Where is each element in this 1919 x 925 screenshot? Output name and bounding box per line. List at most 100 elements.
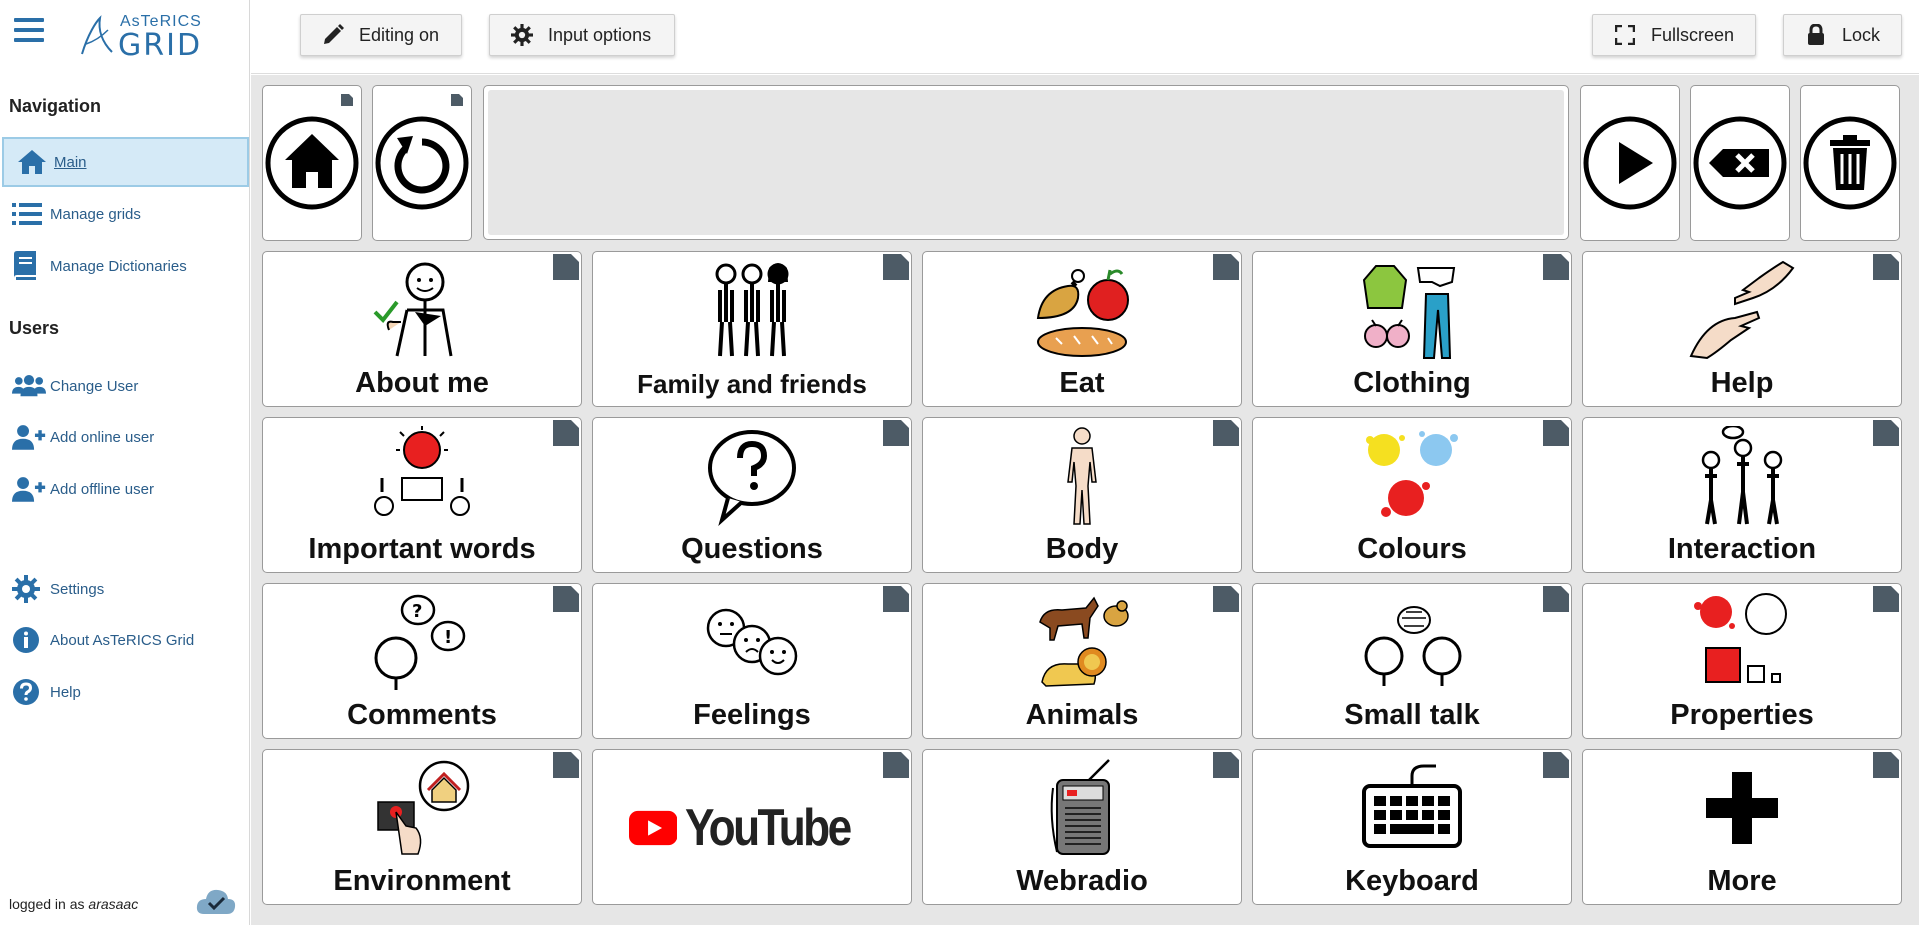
sidebar-item-add-offline-user[interactable]: Add offline user	[0, 465, 250, 513]
food-icon	[923, 258, 1241, 362]
grid-cell-environment[interactable]: Environment	[262, 749, 582, 905]
grid-cell-clothing[interactable]: Clothing	[1252, 251, 1572, 407]
cell-label: Eat	[1059, 367, 1105, 399]
login-username: arasaac	[88, 896, 139, 912]
cell-label: More	[1707, 865, 1777, 897]
sidebar-item-manage-grids[interactable]: Manage grids	[0, 190, 250, 238]
cloud-sync-icon[interactable]	[196, 886, 236, 916]
grid-cell-body[interactable]: Body	[922, 417, 1242, 573]
person-pointing-self-icon	[263, 258, 581, 362]
svg-text:?: ?	[412, 601, 422, 622]
folder-corner-icon	[451, 94, 463, 106]
grid-cell-keyboard[interactable]: Keyboard	[1252, 749, 1572, 905]
grid-cell-family-and-friends[interactable]: Family and friends	[592, 251, 912, 407]
youtube-logo-text: YouTube	[685, 799, 852, 857]
cell-label: Interaction	[1667, 533, 1817, 565]
home-cell[interactable]	[262, 85, 362, 241]
family-icon	[593, 258, 911, 362]
grid-cell-about-me[interactable]: About me	[262, 251, 582, 407]
radio-icon	[923, 756, 1241, 860]
comments-icon: ? !	[263, 590, 581, 694]
grid-cell-questions[interactable]: Questions	[592, 417, 912, 573]
app-root: AsTeRICS GRID Navigation Main Manage gri…	[0, 0, 1919, 925]
home-icon	[265, 116, 359, 210]
sidebar-item-add-online-user[interactable]: Add online user	[0, 413, 250, 461]
grid-cell-youtube[interactable]: YouTube	[592, 749, 912, 905]
sidebar-item-label: Manage grids	[50, 205, 141, 223]
user-plus-icon	[12, 474, 46, 504]
grid-cell-interaction[interactable]: Interaction	[1582, 417, 1902, 573]
grid-cell-properties[interactable]: Properties	[1582, 583, 1902, 739]
login-status: logged in as arasaac	[9, 896, 138, 912]
cell-label: Family and friends	[637, 369, 867, 399]
undo-cell[interactable]	[372, 85, 472, 241]
logo-figure-icon	[81, 15, 113, 55]
logo-bottom-text: GRID	[118, 28, 203, 63]
info-icon	[12, 625, 46, 655]
sidebar-item-about[interactable]: About AsTeRICS Grid	[0, 616, 250, 664]
input-options-label: Input options	[548, 24, 652, 45]
list-icon	[12, 199, 46, 229]
fullscreen-button[interactable]: Fullscreen	[1592, 14, 1756, 56]
body-icon	[923, 424, 1241, 528]
sidebar: AsTeRICS GRID Navigation Main Manage gri…	[0, 0, 250, 925]
grid-cell-feelings[interactable]: Feelings	[592, 583, 912, 739]
users-icon	[12, 371, 46, 401]
grid-cell-more[interactable]: More	[1582, 749, 1902, 905]
sidebar-item-label: Help	[50, 683, 81, 701]
keyboard-icon	[1253, 756, 1571, 860]
message-bar[interactable]	[483, 85, 1569, 240]
fullscreen-icon	[1613, 23, 1637, 47]
sidebar-item-settings[interactable]: Settings	[0, 565, 250, 613]
navigation-title: Navigation	[9, 96, 102, 116]
cell-label: Comments	[347, 699, 497, 731]
cell-label: Help	[1710, 367, 1774, 399]
gear-icon	[12, 574, 46, 604]
gear-icon	[510, 23, 534, 47]
sidebar-item-label: Main	[54, 153, 87, 171]
input-options-button[interactable]: Input options	[489, 14, 675, 56]
cell-label: Environment	[333, 865, 511, 897]
sidebar-item-change-user[interactable]: Change User	[0, 362, 250, 410]
menu-toggle-icon[interactable]	[14, 18, 44, 44]
cell-label: Animals	[1025, 699, 1139, 731]
backspace-cell[interactable]	[1690, 85, 1790, 241]
grid-cell-webradio[interactable]: Webradio	[922, 749, 1242, 905]
clear-cell[interactable]	[1800, 85, 1900, 241]
sidebar-item-label: About AsTeRICS Grid	[50, 631, 195, 649]
backspace-icon	[1693, 116, 1787, 210]
small-talk-icon	[1253, 590, 1571, 694]
home-icon	[16, 147, 50, 177]
users-title: Users	[9, 318, 60, 338]
speak-cell[interactable]	[1580, 85, 1680, 241]
message-bar-inner	[488, 90, 1564, 235]
login-prefix: logged in as	[9, 896, 85, 912]
grid-cell-important-words[interactable]: Important words	[262, 417, 582, 573]
undo-icon	[375, 116, 469, 210]
sidebar-item-manage-dictionaries[interactable]: Manage Dictionaries	[0, 242, 250, 290]
cell-label: Webradio	[1016, 865, 1148, 897]
question-bubble-icon	[593, 424, 911, 528]
plus-icon	[1583, 756, 1901, 860]
grid-cell-animals[interactable]: Animals	[922, 583, 1242, 739]
grid-cell-colours[interactable]: Colours	[1252, 417, 1572, 573]
lock-icon	[1804, 23, 1828, 47]
lock-button[interactable]: Lock	[1783, 14, 1902, 56]
sidebar-item-label: Add offline user	[50, 480, 154, 498]
sidebar-item-help[interactable]: Help	[0, 668, 250, 716]
grid-cell-comments[interactable]: ? ! Comments	[262, 583, 582, 739]
editing-on-button[interactable]: Editing on	[300, 14, 462, 56]
top-toolbar: Editing on Input options Fullscreen Lock	[251, 0, 1919, 74]
svg-text:!: !	[444, 627, 452, 648]
fullscreen-label: Fullscreen	[1651, 24, 1735, 45]
cell-label: Clothing	[1353, 367, 1471, 399]
grid-cell-eat[interactable]: Eat	[922, 251, 1242, 407]
cell-label: Questions	[681, 533, 823, 565]
sidebar-item-main[interactable]: Main	[2, 137, 249, 187]
play-icon	[1583, 116, 1677, 210]
cell-label: Properties	[1670, 699, 1814, 731]
editing-on-label: Editing on	[359, 24, 440, 45]
grid-cell-small-talk[interactable]: Small talk	[1252, 583, 1572, 739]
cell-label: Important words	[308, 533, 536, 565]
grid-cell-help[interactable]: Help	[1582, 251, 1902, 407]
